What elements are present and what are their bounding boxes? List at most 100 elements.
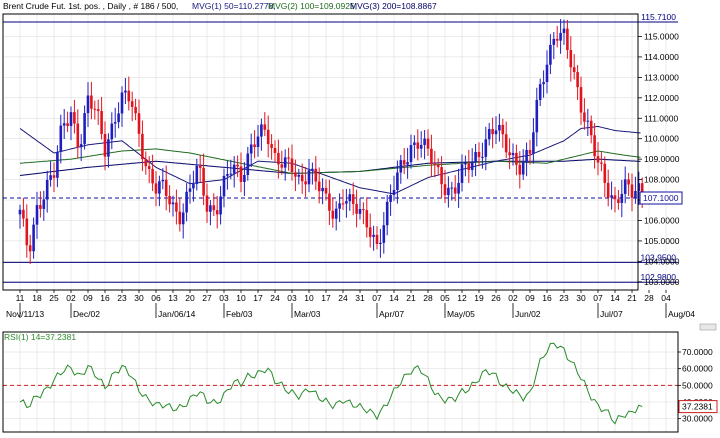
- candle-body: [39, 205, 42, 209]
- date-month-label: Feb/03: [226, 309, 253, 319]
- candle-body: [280, 164, 284, 168]
- date-month-label: Jan/06/14: [158, 309, 196, 319]
- candle-body: [372, 234, 375, 237]
- candle-body: [246, 153, 250, 175]
- candle-body: [600, 162, 603, 164]
- date-day-label: 14: [389, 293, 399, 303]
- rsi-y-tick-label: 60.0000: [682, 364, 713, 374]
- candle-body: [341, 203, 345, 205]
- rsi-last-value-label: 37.2381: [682, 402, 713, 412]
- date-day-label: 09: [83, 293, 93, 303]
- candle-body: [552, 38, 556, 45]
- candle-body: [416, 142, 420, 149]
- candle-body: [300, 174, 304, 182]
- date-day-label: 06: [151, 293, 161, 303]
- date-day-label: 18: [32, 293, 42, 303]
- candle-body: [249, 144, 253, 154]
- candle-body: [62, 123, 66, 126]
- candle-body: [440, 167, 443, 185]
- candle-body: [450, 187, 454, 189]
- price-y-tick-label: 114.0000: [644, 52, 679, 62]
- candle-body: [49, 175, 52, 180]
- candle-body: [45, 179, 49, 200]
- date-day-label: 13: [168, 293, 178, 303]
- date-day-label: 19: [474, 293, 484, 303]
- candle-body: [406, 162, 409, 165]
- date-day-label: 12: [457, 293, 467, 303]
- rsi-y-tick-label: 70.0000: [682, 347, 713, 357]
- candle-body: [338, 203, 341, 209]
- mvg2-legend: MVG(2) 100=109.0925,: [268, 1, 357, 11]
- candle-body: [141, 133, 144, 160]
- candle-body: [586, 120, 590, 122]
- candle-body: [83, 113, 86, 145]
- date-day-label: 10: [236, 293, 246, 303]
- mvg1-legend: MVG(1) 50=110.2778,: [192, 1, 276, 11]
- candle-body: [324, 187, 328, 194]
- candle-body: [579, 87, 583, 113]
- date-month-label: Apr/07: [379, 309, 404, 319]
- date-month-label: May/05: [447, 309, 475, 319]
- candle-body: [358, 209, 362, 214]
- price-y-tick-label: 103.0000: [644, 277, 680, 287]
- candle-body: [583, 112, 586, 122]
- candle-body: [396, 172, 399, 191]
- date-day-label: 17: [321, 293, 331, 303]
- candle-body: [161, 179, 165, 182]
- candle-body: [331, 210, 335, 219]
- date-day-label: 30: [134, 293, 144, 303]
- price-scroll-handle[interactable]: [699, 323, 717, 331]
- candle-body: [287, 157, 290, 159]
- candle-body: [273, 147, 277, 153]
- date-day-label: 21: [627, 293, 637, 303]
- candle-body: [535, 99, 539, 133]
- candle-body: [613, 195, 617, 200]
- candle-body: [93, 108, 97, 110]
- date-month-label: Mar/03: [294, 309, 321, 319]
- candle-body: [477, 152, 481, 158]
- candle-body: [484, 139, 488, 157]
- candle-body: [52, 175, 56, 178]
- candle-body: [542, 82, 545, 85]
- date-day-label: 24: [270, 293, 280, 303]
- candle-body: [205, 195, 209, 212]
- candle-body: [569, 50, 573, 68]
- candle-body: [423, 138, 426, 145]
- candle-body: [188, 188, 192, 192]
- candle-body: [617, 199, 620, 203]
- candle-body: [474, 152, 477, 162]
- candle-body: [181, 212, 185, 225]
- candle-body: [460, 164, 464, 183]
- candle-body: [538, 84, 542, 100]
- candle-body: [236, 164, 239, 167]
- candle-body: [175, 202, 178, 212]
- candle-body: [226, 174, 229, 176]
- candle-body: [355, 203, 358, 214]
- candle-body: [419, 144, 423, 149]
- date-day-label: 30: [576, 293, 586, 303]
- candle-body: [385, 201, 389, 226]
- candle-body: [443, 184, 447, 196]
- price-y-tick-label: 109.0000: [644, 154, 680, 164]
- candle-body: [103, 133, 107, 157]
- candle-body: [215, 210, 219, 215]
- candle-body: [610, 195, 613, 198]
- candle-body: [222, 175, 226, 197]
- candle-body: [430, 148, 433, 164]
- candle-body: [151, 168, 154, 184]
- candle-body: [464, 163, 467, 165]
- candle-body: [202, 167, 205, 196]
- candle-body: [368, 227, 372, 237]
- candle-body: [107, 139, 110, 157]
- candle-body: [90, 95, 93, 109]
- candle-body: [392, 190, 396, 195]
- candle-body: [379, 242, 382, 245]
- price-y-tick-label: 111.0000: [644, 113, 678, 123]
- candle-body: [375, 234, 379, 245]
- date-month-label: Aug/04: [668, 309, 695, 319]
- candle-body: [212, 205, 216, 211]
- candle-body: [518, 164, 522, 175]
- resize-handle-icon[interactable]: [699, 323, 717, 331]
- candle-body: [96, 109, 100, 112]
- candle-body: [263, 124, 267, 130]
